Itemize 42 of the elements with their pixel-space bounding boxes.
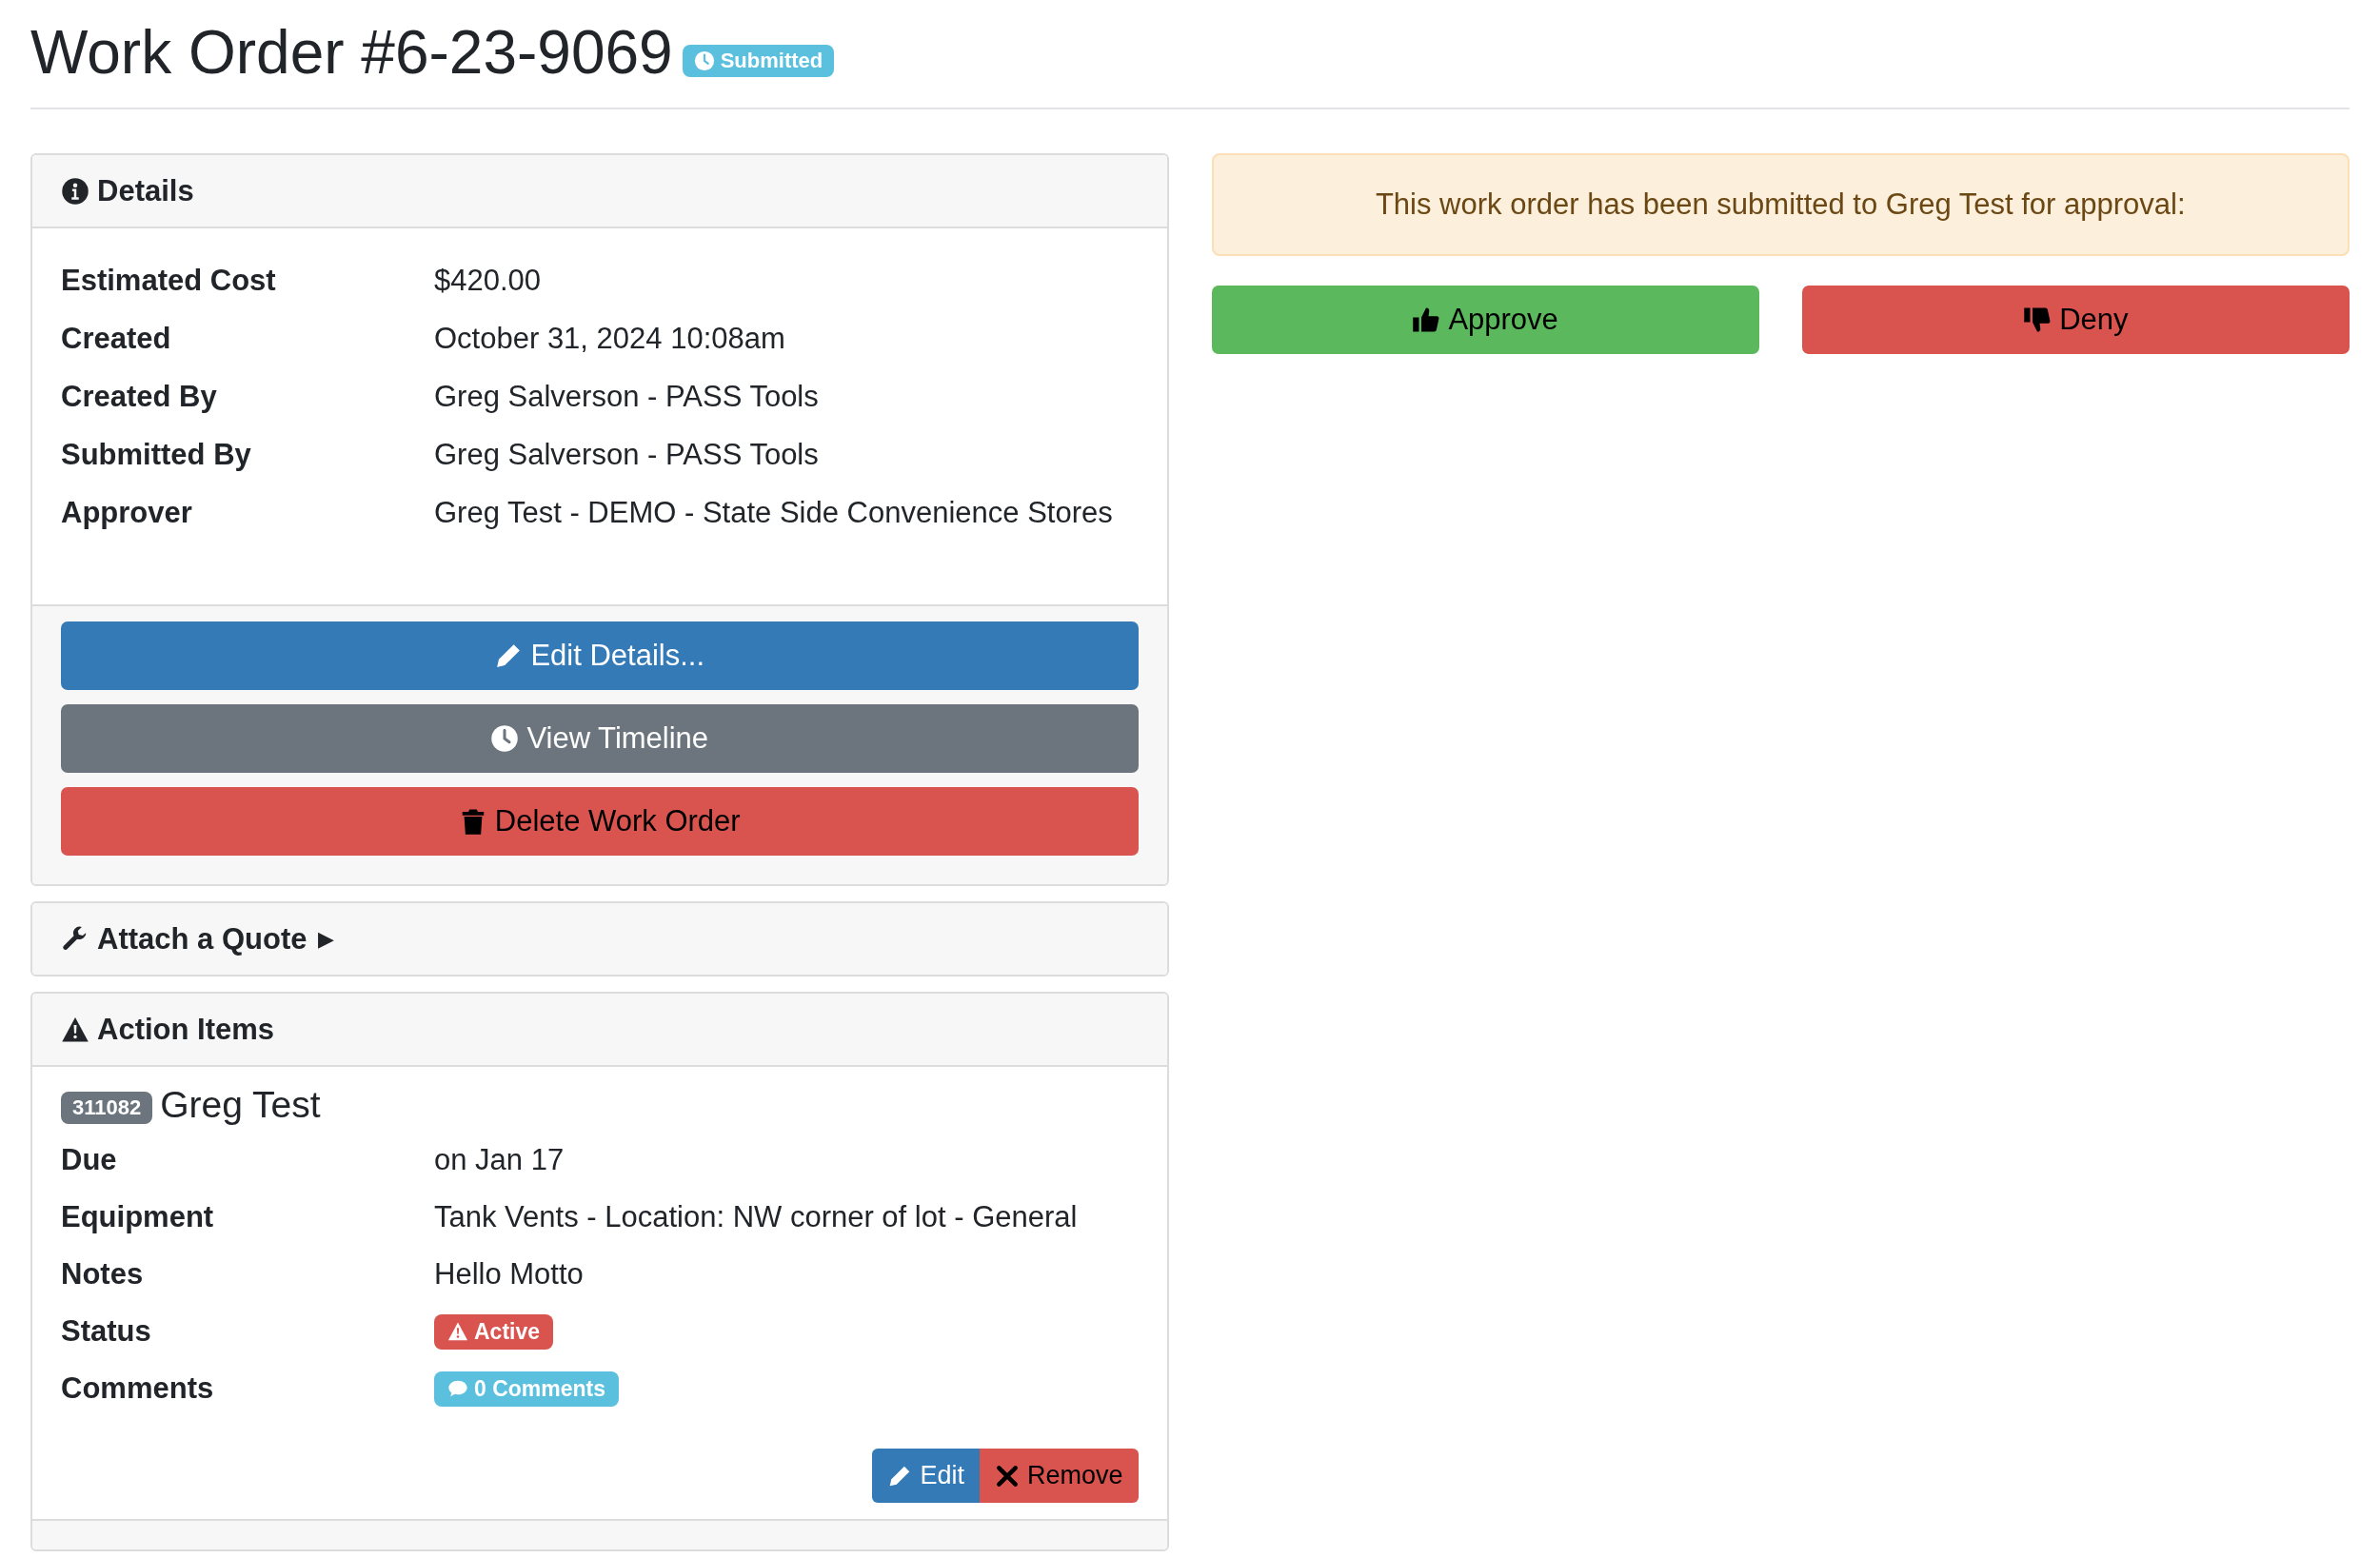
- page-title: Work Order #6-23-9069: [30, 17, 673, 89]
- field-value: Tank Vents - Location: NW corner of lot - General: [434, 1200, 1078, 1235]
- edit-details-button[interactable]: Edit Details...: [61, 621, 1139, 691]
- field-label: Notes: [61, 1257, 145, 1292]
- warning-icon: [447, 1321, 468, 1343]
- field-value: on Jan 17: [434, 1143, 565, 1178]
- close-icon: [994, 1463, 1020, 1489]
- thumbs-up-icon: [1412, 306, 1441, 335]
- field-value: October 31, 2024 10:08am: [434, 321, 785, 356]
- deny-button[interactable]: Deny: [1801, 286, 2350, 355]
- field-value: Hello Motto: [434, 1257, 584, 1292]
- remove-button[interactable]: Remove: [979, 1449, 1139, 1504]
- field-label: Equipment: [61, 1200, 215, 1235]
- edit-button[interactable]: Edit: [872, 1449, 980, 1504]
- status-badge: Active: [434, 1313, 554, 1350]
- field-label: Submitted By: [61, 437, 252, 472]
- delete-button[interactable]: Delete Work Order: [61, 787, 1139, 857]
- expand-arrow[interactable]: ▶: [318, 926, 335, 952]
- field-value: Greg Salverson - PASS Tools: [434, 437, 819, 472]
- quote-panel-header[interactable]: Attach a Quote ▶: [32, 903, 1167, 976]
- field-value: Greg Test - DEMO - State Side Convenience Stores: [434, 495, 1113, 530]
- field-label: Status: [61, 1314, 152, 1350]
- info-icon: [61, 176, 89, 206]
- clock-icon: [490, 724, 520, 754]
- field-value: $420.00: [434, 263, 542, 298]
- approve-button[interactable]: Approve: [1211, 286, 1759, 355]
- panel-title: Action Items: [97, 1012, 275, 1047]
- approval-message: This work order has been submitted to Greg Test for approval:: [1211, 153, 2350, 257]
- view-timeline-button[interactable]: View Timeline: [61, 704, 1139, 774]
- status-badge: Submitted: [682, 44, 835, 77]
- field-label: Due: [61, 1143, 118, 1178]
- panel-title: Details: [97, 173, 194, 208]
- clock-icon: [693, 49, 715, 71]
- panel-title: Attach a Quote: [97, 921, 307, 956]
- id-badge: 311082: [61, 1092, 153, 1125]
- assignee-name: Greg Test: [160, 1084, 321, 1127]
- field-label: Created: [61, 321, 172, 356]
- field-label: Comments: [61, 1371, 215, 1407]
- field-label: Approver: [61, 495, 193, 530]
- field-value: Greg Salverson - PASS Tools: [434, 379, 819, 414]
- field-label: Created By: [61, 379, 218, 414]
- field-label: Estimated Cost: [61, 263, 277, 298]
